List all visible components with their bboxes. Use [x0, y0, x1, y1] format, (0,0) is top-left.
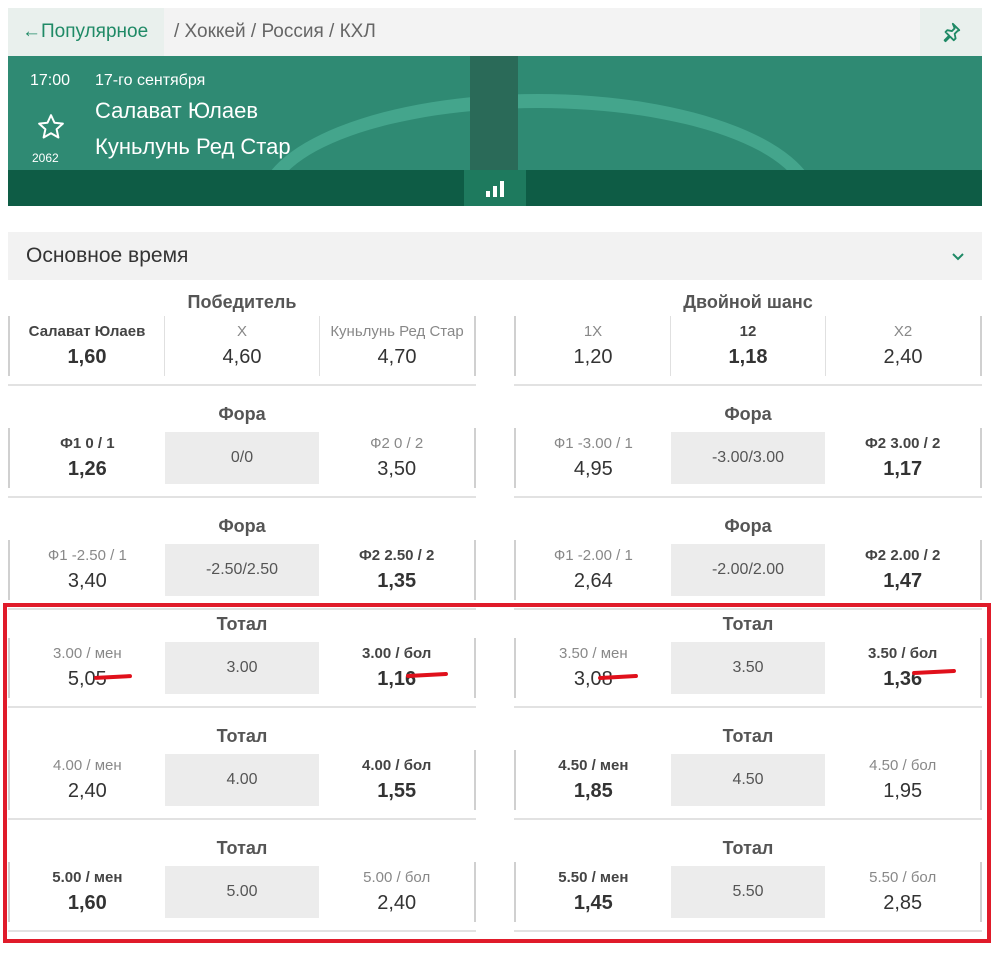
- outcome-label: Салават Юлаев: [28, 323, 146, 340]
- line-value: -3.00/3.00: [711, 449, 785, 466]
- stats-tab[interactable]: [464, 170, 526, 206]
- divider: [514, 496, 982, 498]
- odds-row: Ф1 -2.50 / 1 3,40 -2.50/2.50 Ф2 2.50 / 2 1,3…: [8, 540, 476, 600]
- divider: [8, 496, 476, 498]
- market-block: Фора Ф1 -3.00 / 1 4,95 -3.00/3.00 Ф2 3.00 / …: [514, 404, 982, 500]
- odds-row: 1X 1,20 12 1,18 X2 2,40: [514, 316, 982, 376]
- divider: [8, 384, 476, 386]
- outcome-label: Ф1 -2.50 / 1: [47, 547, 127, 564]
- section-main-time[interactable]: Основное время: [8, 232, 982, 280]
- odds-value: 1,60: [67, 346, 107, 368]
- outcome-label: 12: [739, 323, 757, 340]
- rink-line: [470, 56, 518, 170]
- outcome-label: Ф2 0 / 2: [370, 435, 424, 452]
- outcome-label: 1X: [583, 323, 603, 340]
- odds-value: 3,50: [377, 458, 417, 480]
- outcome-label: X: [236, 323, 247, 340]
- outcome-label: Куньлунь Ред Стар: [330, 323, 464, 340]
- odds-value: 1,20: [573, 346, 613, 368]
- away-team: Куньлунь Ред Стар: [95, 134, 291, 159]
- back-link[interactable]: ←Популярное: [8, 8, 164, 56]
- odds-button[interactable]: Ф1 -2.00 / 1 2,64: [516, 540, 671, 600]
- odds-value: 4,70: [377, 346, 417, 368]
- pin-icon: [943, 22, 961, 43]
- odds-button[interactable]: 12 1,18: [670, 316, 825, 376]
- highlight-box: [3, 603, 991, 943]
- odds-value: 1,47: [883, 570, 923, 592]
- market-block: Фора Ф1 -2.00 / 1 2,64 -2.00/2.00 Ф2 2.00 / …: [514, 516, 982, 612]
- market-title: Двойной шанс: [683, 292, 813, 312]
- stats-bar: [8, 170, 982, 206]
- favorite-star-icon[interactable]: [36, 112, 66, 142]
- handicap-line: 0/0: [164, 432, 320, 484]
- odds-button[interactable]: X 4,60: [164, 316, 319, 376]
- market-block: Фора Ф1 -2.50 / 1 3,40 -2.50/2.50 Ф2 2.50 / …: [8, 516, 476, 612]
- outcome-label: Ф2 2.00 / 2: [865, 547, 941, 564]
- pin-button[interactable]: [920, 8, 982, 56]
- odds-button[interactable]: X2 2,40: [825, 316, 980, 376]
- odds-value: 1,35: [377, 570, 417, 592]
- outcome-label: Ф2 2.50 / 2: [359, 547, 435, 564]
- odds-button[interactable]: Ф1 -3.00 / 1 4,95: [516, 428, 671, 488]
- match-id: 2062: [32, 151, 59, 165]
- market-title: Фора: [724, 404, 772, 424]
- odds-button[interactable]: Ф1 0 / 1 1,26: [10, 428, 165, 488]
- odds-button[interactable]: Куньлунь Ред Стар 4,70: [319, 316, 474, 376]
- chevron-down-icon[interactable]: [948, 246, 968, 266]
- odds-button[interactable]: 1X 1,20: [516, 316, 670, 376]
- odds-row: Ф1 -2.00 / 1 2,64 -2.00/2.00 Ф2 2.00 / 2 1,4…: [514, 540, 982, 600]
- odds-row: Салават Юлаев 1,60 X 4,60 Куньлунь Ред Стар 4…: [8, 316, 476, 376]
- breadcrumb[interactable]: / Хоккей / Россия / КХЛ: [174, 8, 376, 56]
- odds-value: 4,95: [573, 458, 613, 480]
- outcome-label: X2: [893, 323, 913, 340]
- breadcrumb-bar: ←Популярное / Хоккей / Россия / КХЛ: [8, 8, 982, 56]
- outcome-label: Ф1 -2.00 / 1: [553, 547, 633, 564]
- market-block: Двойной шанс 1X 1,20 12 1,18 X2 2,40: [514, 292, 982, 388]
- odds-value: 4,60: [222, 346, 262, 368]
- odds-button[interactable]: Ф2 3.00 / 2 1,17: [825, 428, 980, 488]
- market-title: Победитель: [187, 292, 297, 312]
- rink-arc: [258, 94, 818, 170]
- line-value: 0/0: [230, 449, 254, 466]
- odds-row: Ф1 -3.00 / 1 4,95 -3.00/3.00 Ф2 3.00 / 2 1,1…: [514, 428, 982, 488]
- line-value: -2.00/2.00: [711, 561, 785, 578]
- match-date: 17-го сентября: [95, 72, 206, 89]
- market-block: Фора Ф1 0 / 1 1,26 0/0 Ф2 0 / 2 3,50: [8, 404, 476, 500]
- odds-button[interactable]: Ф2 0 / 2 3,50: [319, 428, 474, 488]
- odds-value: 2,64: [573, 570, 613, 592]
- outcome-label: Ф2 3.00 / 2: [865, 435, 941, 452]
- market-block: Победитель Салават Юлаев 1,60 X 4,60 Куньлунь…: [8, 292, 476, 388]
- market-title: Фора: [724, 516, 772, 536]
- outcome-label: Ф1 -3.00 / 1: [553, 435, 633, 452]
- bar-chart-icon: [486, 191, 490, 197]
- odds-button[interactable]: Ф2 2.50 / 2 1,35: [319, 540, 474, 600]
- handicap-line: -3.00/3.00: [670, 432, 826, 484]
- line-value: -2.50/2.50: [205, 561, 279, 578]
- match-time: 17:00: [30, 72, 71, 89]
- odds-value: 2,40: [883, 346, 923, 368]
- home-team: Салават Юлаев: [95, 98, 259, 123]
- odds-value: 1,17: [883, 458, 923, 480]
- handicap-line: -2.00/2.00: [670, 544, 826, 596]
- outcome-label: Ф1 0 / 1: [60, 435, 115, 452]
- odds-button[interactable]: Ф1 -2.50 / 1 3,40: [10, 540, 165, 600]
- market-title: Фора: [218, 404, 266, 424]
- odds-value: 1,26: [67, 458, 107, 480]
- market-title: Фора: [218, 516, 266, 536]
- handicap-line: -2.50/2.50: [164, 544, 320, 596]
- odds-value: 1,18: [728, 346, 768, 368]
- odds-button[interactable]: Ф2 2.00 / 2 1,47: [825, 540, 980, 600]
- match-banner: 17:00 17-го сентября Салават Юлаев Куньл…: [8, 56, 982, 170]
- odds-button[interactable]: Салават Юлаев 1,60: [10, 316, 164, 376]
- section-title: Основное время: [26, 244, 189, 267]
- divider: [514, 384, 982, 386]
- odds-value: 3,40: [67, 570, 107, 592]
- odds-row: Ф1 0 / 1 1,26 0/0 Ф2 0 / 2 3,50: [8, 428, 476, 488]
